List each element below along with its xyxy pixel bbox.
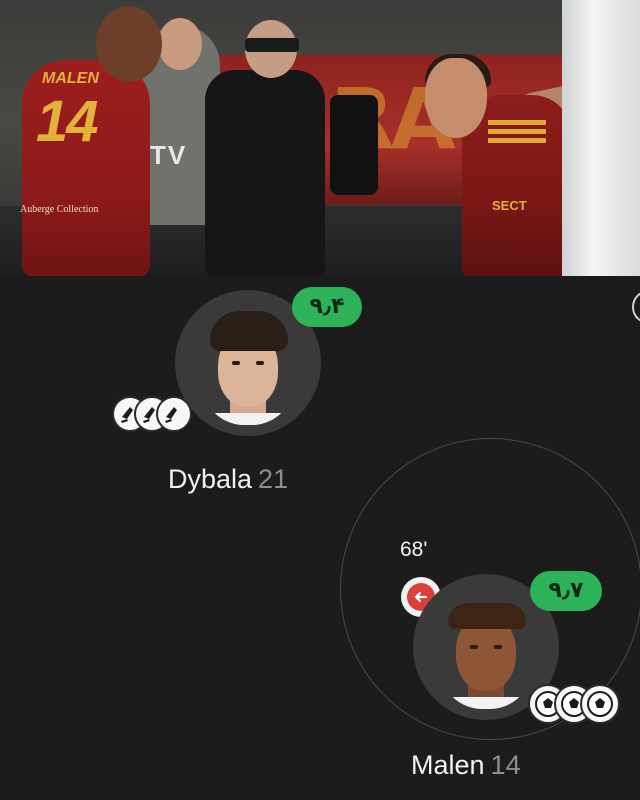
rating-badge: ۹٫۴ bbox=[292, 287, 362, 327]
cameraman-headband bbox=[245, 38, 299, 52]
event-icons bbox=[528, 684, 620, 724]
rating-badge: ۹٫۷ bbox=[530, 571, 602, 611]
bystander-shirt-text: TV bbox=[150, 140, 188, 170]
shirt-number: 14 bbox=[490, 750, 521, 780]
player-name: Dybala bbox=[168, 464, 253, 494]
player-left-head bbox=[96, 6, 162, 82]
right-player-sponsor: SECT bbox=[492, 198, 527, 213]
player-right-head bbox=[425, 58, 487, 138]
camera-rig bbox=[330, 95, 378, 195]
event-icons bbox=[112, 396, 192, 432]
jersey-sponsor: Auberge Collection bbox=[20, 204, 99, 215]
boot-icon bbox=[156, 396, 192, 432]
match-photo: RA TV MALEN 14 Auberge Collection SECT bbox=[0, 0, 640, 276]
substitution-minute: 68' bbox=[400, 538, 428, 561]
avatar bbox=[434, 585, 538, 709]
goal-post bbox=[562, 0, 640, 276]
soccer-ball-icon bbox=[580, 684, 620, 724]
avatar bbox=[196, 301, 300, 425]
jersey-number: 14 bbox=[36, 89, 98, 154]
player-name-dybala[interactable]: Dybala 21 bbox=[168, 464, 288, 495]
shirt-number: 21 bbox=[258, 464, 289, 494]
player-name-malen[interactable]: Malen 14 bbox=[411, 750, 521, 781]
shoulder-stripes bbox=[488, 120, 546, 144]
bystander-head bbox=[158, 18, 202, 70]
player-name: Malen bbox=[411, 750, 485, 780]
cameraman-figure bbox=[205, 70, 325, 276]
jersey-name: MALEN bbox=[42, 70, 99, 87]
